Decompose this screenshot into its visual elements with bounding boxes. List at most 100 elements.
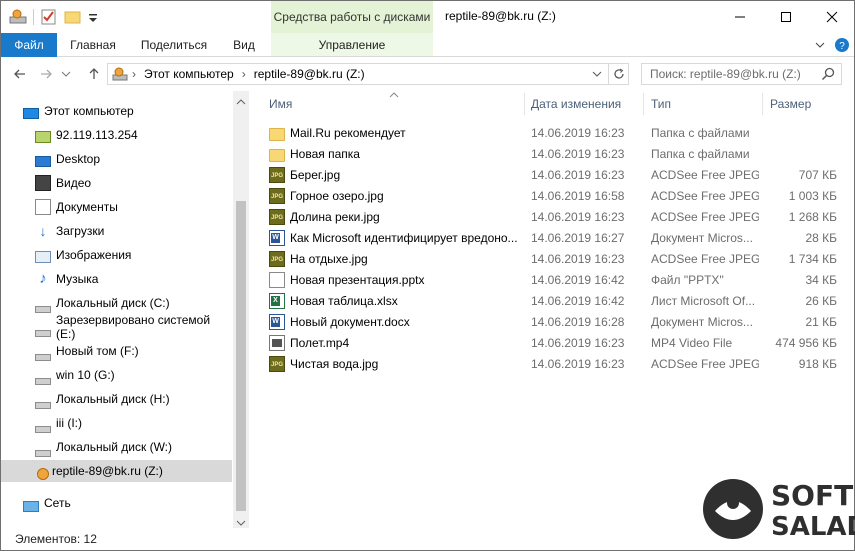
title-bar: Средства работы с дисками reptile-89@bk.…: [1, 1, 854, 33]
file-row[interactable]: JPG На отдыхе.jpg 14.06.2019 16:23 ACDSee F…: [269, 248, 854, 269]
file-date: 14.06.2019 16:23: [531, 209, 625, 224]
file-date: 14.06.2019 16:58: [531, 188, 625, 203]
nav-item[interactable]: iii (I:): [1, 412, 232, 434]
close-icon: [826, 11, 838, 22]
nav-item[interactable]: Сеть: [1, 492, 232, 514]
customize-toolbar-icon[interactable]: [88, 8, 98, 26]
properties-icon[interactable]: [40, 8, 58, 26]
breadcrumb-current-drive[interactable]: reptile-89@bk.ru (Z:): [254, 67, 365, 81]
file-type: Документ Micros...: [651, 314, 753, 329]
address-history-button[interactable]: [590, 67, 604, 81]
scrollbar-thumb[interactable]: [236, 201, 246, 511]
file-size: [761, 143, 837, 164]
file-size: 21 КБ: [805, 314, 837, 329]
file-date: 14.06.2019 16:28: [531, 314, 625, 329]
file-name-cell: Новая папка: [269, 143, 524, 164]
file-row[interactable]: Новая папка 14.06.2019 16:23 Папка с файла…: [269, 143, 854, 164]
search-input[interactable]: Поиск: reptile-89@bk.ru (Z:): [650, 67, 801, 81]
file-row[interactable]: Как Microsoft идентифицирует вредоно... 1…: [269, 227, 854, 248]
nav-item-label: Локальный диск (W:): [56, 440, 173, 454]
nav-item-label: Зарезервировано системой (E:): [56, 313, 211, 341]
file-row[interactable]: Новый документ.docx 14.06.2019 16:28 Докум…: [269, 311, 854, 332]
file-row[interactable]: JPG Горное озеро.jpg 14.06.2019 16:58 ACDSe…: [269, 185, 854, 206]
file-name-cell: Mail.Ru рекомендует: [269, 122, 524, 143]
nav-item[interactable]: ♪ Музыка: [1, 268, 232, 290]
address-bar[interactable]: › Этот компьютер › reptile-89@bk.ru (Z:): [107, 63, 629, 85]
nav-item[interactable]: Локальный диск (H:): [1, 388, 232, 410]
nav-item[interactable]: Документы: [1, 196, 232, 218]
file-name-cell: JPG Берег.jpg: [269, 164, 524, 185]
file-row[interactable]: Новая таблица.xlsx 14.06.2019 16:42 Лист M…: [269, 290, 854, 311]
nav-item[interactable]: Новый том (F:): [1, 340, 232, 362]
file-row[interactable]: JPG Берег.jpg 14.06.2019 16:23 ACDSee Free …: [269, 164, 854, 185]
navigation-bar: › Этот компьютер › reptile-89@bk.ru (Z:)…: [1, 57, 854, 91]
tab-view[interactable]: Вид: [223, 33, 265, 57]
help-button[interactable]: ?: [831, 34, 853, 56]
chevron-down-icon: [61, 71, 71, 77]
column-divider[interactable]: [762, 93, 763, 115]
column-header-size[interactable]: Размер: [770, 91, 840, 117]
nav-item[interactable]: Локальный диск (C:): [1, 292, 232, 314]
recent-locations-button[interactable]: [59, 63, 73, 85]
word-doc-icon: [269, 229, 285, 246]
nav-item[interactable]: reptile-89@bk.ru (Z:): [1, 460, 232, 482]
jpg-icon: JPG: [269, 355, 285, 372]
file-size: 1 268 КБ: [788, 209, 837, 224]
new-folder-icon[interactable]: [64, 8, 82, 26]
expand-ribbon-button[interactable]: [809, 34, 831, 56]
file-type: ACDSee Free JPEG...: [651, 251, 759, 266]
nav-item[interactable]: Зарезервировано системой (E:): [1, 313, 232, 341]
word-doc-icon: [269, 313, 285, 330]
file-row[interactable]: JPG Чистая вода.jpg 14.06.2019 16:23 ACDSee…: [269, 353, 854, 374]
tab-home[interactable]: Главная: [61, 33, 125, 57]
network-location-icon: [35, 131, 51, 143]
up-button[interactable]: [83, 63, 105, 85]
file-row[interactable]: Новая презентация.pptx 14.06.2019 16:42 Фа…: [269, 269, 854, 290]
nav-pane-scrollbar[interactable]: [233, 91, 249, 528]
logo-text-salad: SALAD: [771, 512, 855, 542]
search-box[interactable]: Поиск: reptile-89@bk.ru (Z:): [641, 63, 842, 85]
breadcrumb-this-pc[interactable]: Этот компьютер: [144, 67, 234, 81]
nav-item[interactable]: ↓ Загрузки: [1, 220, 232, 242]
nav-item[interactable]: Desktop: [1, 148, 232, 170]
back-button[interactable]: [9, 63, 31, 85]
file-type: ACDSee Free JPEG...: [651, 356, 759, 371]
drive-icon: [35, 353, 51, 361]
file-row[interactable]: Mail.Ru рекомендует 14.06.2019 16:23 Папка…: [269, 122, 854, 143]
forward-button[interactable]: [35, 63, 57, 85]
nav-item[interactable]: 92.119.113.254: [1, 124, 232, 146]
network-drive-icon: [37, 468, 49, 480]
refresh-button[interactable]: [608, 64, 628, 84]
drive-app-icon[interactable]: [9, 8, 27, 26]
file-row[interactable]: Полет.mp4 14.06.2019 16:23 MP4 Video File 4…: [269, 332, 854, 353]
maximize-button[interactable]: [763, 1, 809, 32]
nav-item[interactable]: win 10 (G:): [1, 364, 232, 386]
column-divider[interactable]: [524, 93, 525, 115]
file-size: [761, 122, 837, 143]
column-header-type[interactable]: Тип: [651, 91, 759, 117]
column-header-date[interactable]: Дата изменения: [531, 91, 641, 117]
tab-manage[interactable]: Управление: [271, 33, 433, 56]
file-name: Mail.Ru рекомендует: [290, 125, 406, 140]
drive-icon: [35, 401, 51, 409]
nav-item[interactable]: Этот компьютер: [1, 100, 232, 122]
column-divider[interactable]: [643, 93, 644, 115]
file-type: Папка с файлами: [651, 125, 750, 140]
network-icon: [23, 500, 39, 512]
pptx-icon: [269, 271, 285, 288]
nav-item[interactable]: Изображения: [1, 244, 232, 266]
file-name: Новая таблица.xlsx: [290, 293, 398, 308]
nav-item[interactable]: Локальный диск (W:): [1, 436, 232, 458]
minimize-button[interactable]: [717, 1, 763, 32]
file-date: 14.06.2019 16:42: [531, 293, 625, 308]
file-type: Файл "PPTX": [651, 272, 724, 287]
scroll-up-icon[interactable]: [236, 95, 246, 109]
nav-item[interactable]: Видео: [1, 172, 232, 194]
tab-share[interactable]: Поделиться: [131, 33, 217, 57]
nav-item-label: reptile-89@bk.ru (Z:): [52, 464, 163, 478]
close-button[interactable]: [809, 1, 855, 32]
column-header-name[interactable]: Имя: [269, 91, 524, 117]
nav-item-label: Музыка: [56, 272, 99, 286]
file-row[interactable]: JPG Долина реки.jpg 14.06.2019 16:23 ACDSee…: [269, 206, 854, 227]
tab-file[interactable]: Файл: [1, 33, 57, 57]
